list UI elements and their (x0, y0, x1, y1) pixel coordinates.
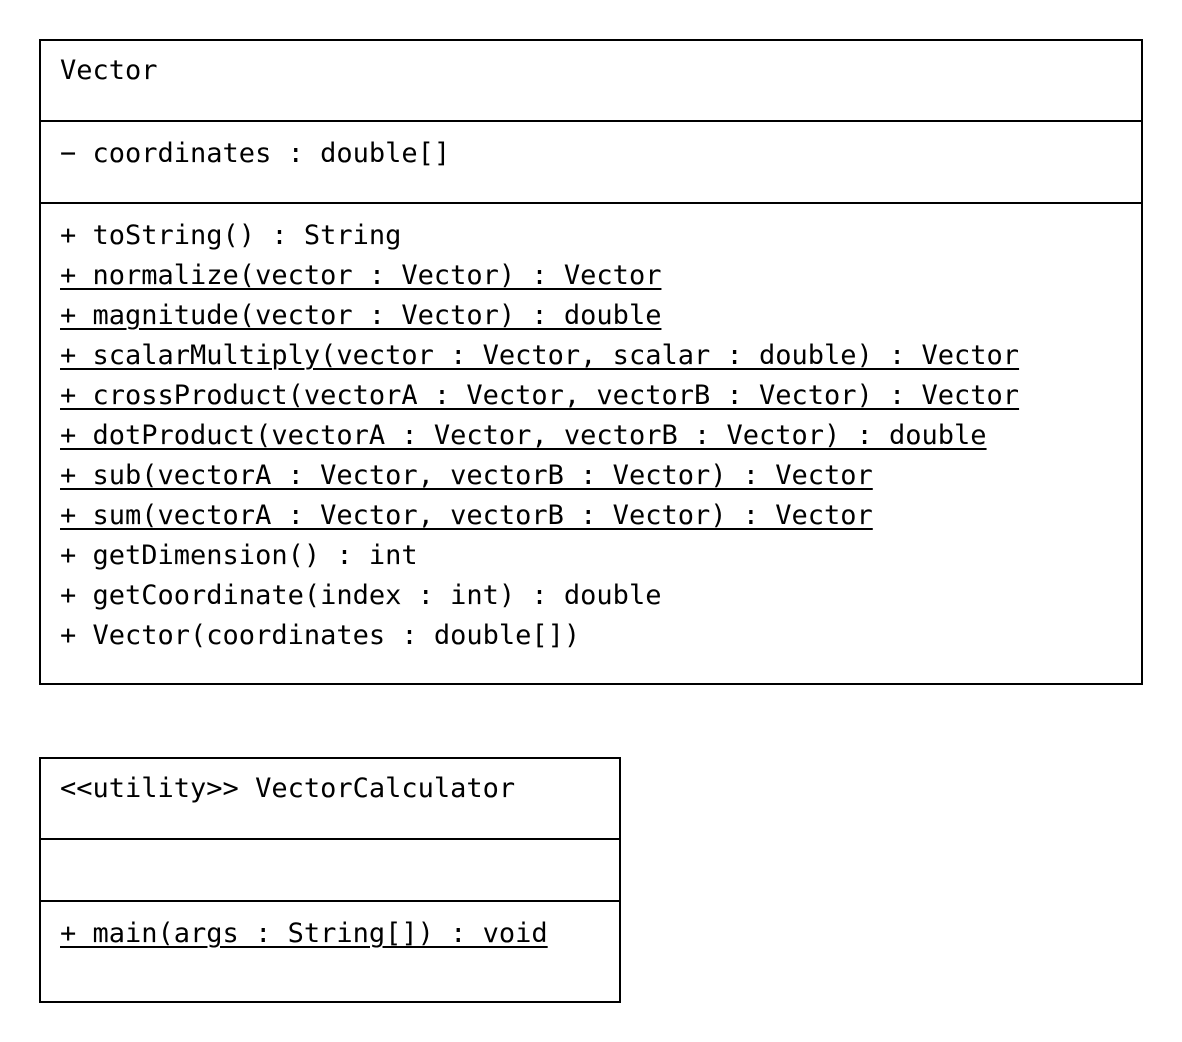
operation-constructor: + Vector(coordinates : double[]) (60, 620, 581, 651)
operations-compartment: + main(args : String[]) : void (41, 902, 619, 954)
operation-get-dimension: + getDimension() : int (60, 540, 418, 571)
operation-cross-product: + crossProduct(vectorA : Vector, vectorB… (60, 380, 1020, 411)
operation-scalar-multiply: + scalarMultiply(vector : Vector, scalar… (60, 340, 1020, 371)
operation-magnitude: + magnitude(vector : Vector) : double (60, 300, 662, 331)
attributes-compartment: − coordinates : double[] (41, 122, 1141, 204)
vector-calculator-class-box: <<utility>> VectorCalculator + main(args… (39, 757, 621, 1003)
class-name-compartment: <<utility>> VectorCalculator (41, 759, 619, 840)
operation-dot-product: + dotProduct(vectorA : Vector, vectorB :… (60, 420, 987, 451)
attributes-compartment (41, 840, 619, 902)
operation-get-coordinate: + getCoordinate(index : int) : double (60, 580, 662, 611)
attribute-coordinates: − coordinates : double[] (60, 138, 451, 169)
class-name: Vector (60, 55, 158, 86)
operation-main: + main(args : String[]) : void (60, 918, 548, 949)
vector-class-box: Vector − coordinates : double[] + toStri… (39, 39, 1143, 685)
operation-sub: + sub(vectorA : Vector, vectorB : Vector… (60, 460, 873, 491)
operation-sum: + sum(vectorA : Vector, vectorB : Vector… (60, 500, 873, 531)
class-name: <<utility>> VectorCalculator (60, 773, 516, 804)
operation-normalize: + normalize(vector : Vector) : Vector (60, 260, 662, 291)
operation-tostring: + toString() : String (60, 220, 402, 251)
class-name-compartment: Vector (41, 41, 1141, 122)
operations-compartment: + toString() : String + normalize(vector… (41, 204, 1141, 656)
